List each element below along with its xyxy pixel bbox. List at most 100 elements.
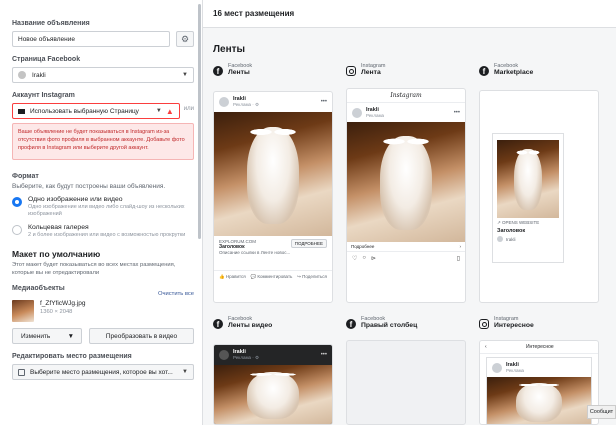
- send-icon[interactable]: ⊳: [371, 255, 376, 262]
- avatar: [492, 362, 502, 373]
- ad-image: [497, 140, 559, 218]
- like-button[interactable]: 👍 Нравится: [219, 274, 246, 280]
- ad-image: [214, 365, 332, 424]
- placement-title-explore: Instagram Интересное: [479, 316, 534, 329]
- preview-card-video-feeds[interactable]: Irakli Реклама · ⚙ •••: [213, 344, 333, 425]
- media-item: f_ZfYficWJg.jpg 1360 × 2048: [12, 300, 194, 322]
- format-option-title: Одно изображение или видео: [28, 196, 123, 203]
- format-description: Выберите, как будут построены ваши объяв…: [12, 183, 166, 190]
- explore-header: Интересное: [525, 344, 554, 350]
- fb-page-value: Irakli: [32, 71, 46, 79]
- edit-placement-value: Выберите место размещения, которое вы хо…: [30, 368, 173, 376]
- preview-card-ig-feed[interactable]: Instagram Irakli Реклама ••• Подробнее › …: [346, 88, 466, 303]
- ig-account-select[interactable]: Использовать выбранную Страницу ▼ ▲: [12, 103, 180, 119]
- placement-title-fb-feed: f Facebook Ленты: [213, 63, 252, 76]
- page-flag-icon: [18, 108, 25, 114]
- convert-to-video-button[interactable]: Преобразовать в видео: [89, 328, 194, 344]
- default-layout-desc: Этот макет будет показываться во всех ме…: [12, 262, 176, 276]
- gear-icon: ⚙: [180, 33, 190, 44]
- placement-title-marketplace: f Facebook Marketplace: [479, 63, 533, 76]
- share-button[interactable]: ↪ Поделиться: [297, 274, 327, 280]
- ig-error-message: Ваше объявление не будет показываться в …: [12, 123, 194, 160]
- marketplace-listing: ↗ OPENS WEBSITE Заголовок Irakli: [492, 133, 564, 263]
- left-scrollbar[interactable]: [198, 4, 201, 239]
- sponsored-label: Реклама: [506, 368, 525, 373]
- opens-website-label: ↗ OPENS WEBSITE: [497, 220, 540, 225]
- facebook-icon: f: [346, 319, 356, 329]
- comment-icon[interactable]: ○: [362, 255, 366, 262]
- placement-name: Правый столбец: [361, 322, 418, 329]
- radio-unselected-icon[interactable]: [12, 225, 22, 235]
- preview-card-fb-feed[interactable]: Irakli Реклама · ⚙ ••• ПОДРОБНЕЕ EXPLORUM…: [213, 91, 333, 303]
- preview-card-explore[interactable]: ‹ Интересное Irakli Реклама: [479, 340, 599, 425]
- cta-button[interactable]: ПОДРОБНЕЕ: [290, 239, 327, 248]
- change-media-button[interactable]: Изменить ▼: [12, 328, 82, 344]
- sponsored-label: Реклама · ⚙: [233, 355, 260, 360]
- page-name: Irakli: [506, 236, 516, 242]
- media-thumbnail: [12, 300, 34, 322]
- placement-name: Marketplace: [494, 69, 534, 76]
- change-label: Изменить: [21, 332, 51, 340]
- ad-editor-panel: Название объявления Новое объявление ⚙ С…: [0, 0, 203, 425]
- media-label: Медиаобъекты: [12, 285, 65, 292]
- page-avatar-icon: [18, 71, 26, 79]
- avatar: [352, 107, 362, 118]
- sponsored-label: Реклама · ⚙: [233, 102, 260, 107]
- back-icon[interactable]: ‹: [485, 344, 487, 350]
- more-icon[interactable]: •••: [321, 352, 327, 358]
- preview-card-right-column[interactable]: [346, 340, 466, 425]
- placement-name: Ленты видео: [228, 322, 273, 329]
- placement-title-video-feeds: f Facebook Ленты видео: [213, 316, 272, 329]
- placement-name: Интересное: [494, 322, 534, 329]
- ig-account-label: Аккаунт Instagram: [12, 92, 75, 99]
- edit-icon: [18, 368, 25, 376]
- ad-image: [487, 377, 591, 424]
- ad-name-label: Название объявления: [12, 20, 90, 27]
- send-message-tooltip: Сообщит: [587, 405, 616, 419]
- comment-button[interactable]: 💬 Комментировать: [250, 274, 292, 280]
- instagram-logo: Instagram: [347, 89, 465, 103]
- warning-icon: ▲: [165, 106, 174, 116]
- media-file-size: 1360 × 2048: [40, 309, 73, 315]
- ad-image: [347, 122, 465, 242]
- preview-card-marketplace[interactable]: ↗ OPENS WEBSITE Заголовок Irakli: [479, 90, 599, 303]
- format-option-desc: 2 и более изображения или видео с возмож…: [28, 232, 186, 238]
- more-icon[interactable]: •••: [321, 99, 327, 105]
- format-option-desc: Одно изображение или видео либо слайд-шо…: [28, 204, 185, 217]
- heart-icon[interactable]: ♡: [352, 255, 357, 262]
- ad-image: [214, 112, 332, 236]
- bookmark-icon[interactable]: ▯: [457, 255, 460, 262]
- avatar: [497, 236, 503, 242]
- avatar: [219, 350, 229, 360]
- sponsored-label: Реклама: [366, 113, 385, 118]
- more-icon[interactable]: •••: [454, 110, 460, 116]
- facebook-icon: f: [213, 66, 223, 76]
- comment-label: Комментировать: [257, 274, 293, 279]
- facebook-icon: f: [213, 319, 223, 329]
- edit-placement-select[interactable]: Выберите место размещения, которое вы хо…: [12, 364, 194, 380]
- settings-gear-button[interactable]: ⚙: [176, 31, 194, 47]
- clear-all-link[interactable]: Очистить все: [158, 291, 194, 297]
- placement-title-ig-feed: Instagram Лента: [346, 63, 385, 76]
- ad-link-desc: Описание ссылки в Ленте новос...: [219, 250, 291, 255]
- learn-more-label[interactable]: Подробнее: [351, 244, 374, 249]
- avatar: [219, 97, 229, 107]
- default-layout-title: Макет по умолчанию: [12, 249, 101, 259]
- ad-name-input[interactable]: Новое объявление: [12, 31, 170, 47]
- fb-page-select[interactable]: Irakli ▼: [12, 67, 194, 83]
- or-text: или: [183, 106, 194, 112]
- instagram-icon: [346, 66, 356, 76]
- radio-selected-icon[interactable]: [12, 197, 22, 207]
- format-option-carousel[interactable]: Кольцевая галерея 2 и более изображения …: [12, 224, 194, 239]
- edit-placement-label: Редактировать место размещения: [12, 353, 132, 360]
- placement-name: Ленты: [228, 69, 250, 76]
- instagram-icon: [479, 319, 489, 329]
- media-file-name: f_ZfYficWJg.jpg: [40, 300, 86, 307]
- format-option-single[interactable]: Одно изображение или видео Одно изображе…: [12, 196, 194, 218]
- fb-page-label: Страница Facebook: [12, 56, 81, 63]
- section-title: Ленты: [213, 44, 246, 55]
- format-option-title: Кольцевая галерея: [28, 224, 89, 231]
- chevron-down-icon: ▼: [182, 72, 188, 78]
- facebook-icon: f: [479, 66, 489, 76]
- chevron-down-icon: ▼: [67, 332, 74, 340]
